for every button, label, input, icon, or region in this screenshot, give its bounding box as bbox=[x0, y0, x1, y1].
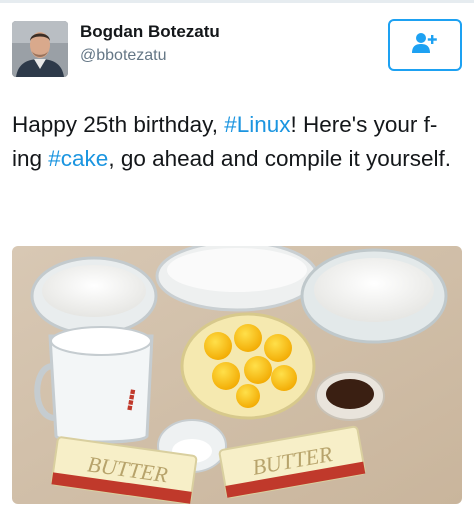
tweet-text-part: Happy 25th birthday, bbox=[12, 112, 225, 137]
tweet-photo[interactable]: ■■■■ BUTTER BUTTER bbox=[12, 246, 462, 504]
avatar[interactable] bbox=[12, 21, 68, 77]
hashtag-linux[interactable]: #Linux bbox=[224, 112, 290, 137]
follow-button[interactable] bbox=[388, 19, 462, 71]
tweet-text: Happy 25th birthday, #Linux! Here's your… bbox=[12, 108, 467, 176]
user-handle[interactable]: @bbotezatu bbox=[80, 47, 167, 65]
tweet-header: Bogdan Botezatu @bbotezatu bbox=[0, 0, 474, 90]
add-user-icon bbox=[412, 32, 438, 59]
display-name[interactable]: Bogdan Botezatu bbox=[80, 22, 220, 42]
hashtag-cake[interactable]: #cake bbox=[48, 146, 108, 171]
tweet-text-part: , go ahead and compile it yourself. bbox=[108, 146, 452, 171]
